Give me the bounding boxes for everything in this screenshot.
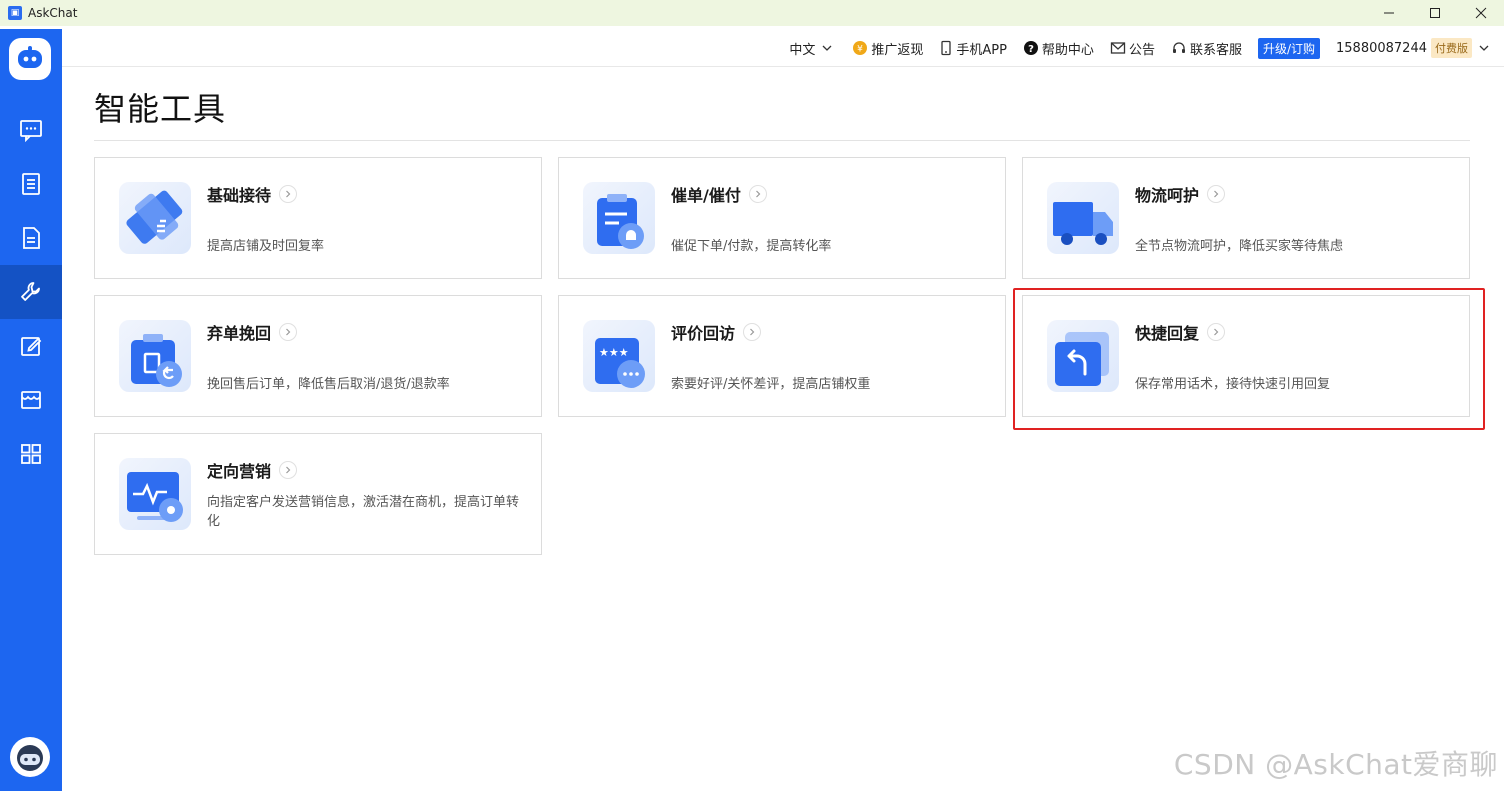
highlight-annotation [1013, 288, 1485, 430]
mobile-app-label: 手机APP [956, 42, 1007, 58]
edit-icon [21, 337, 42, 356]
tool-card-basic-reception[interactable]: 基础接待 提高店铺及时回复率 [94, 157, 542, 279]
svg-text:¥: ¥ [857, 45, 863, 55]
help-label: 帮助中心 [1041, 42, 1094, 58]
watermark: CSDN @AskChat爱商聊 [1173, 748, 1498, 781]
help-icon: ? [1023, 41, 1038, 55]
upgrade-button[interactable]: 升级/订购 [1257, 37, 1321, 59]
support-label: 联系客服 [1189, 42, 1242, 58]
wrench-icon [21, 282, 40, 301]
chevron-right-icon[interactable] [1207, 185, 1226, 203]
orders-icon [22, 173, 40, 195]
tool-card-title: 基础接待 [207, 182, 298, 206]
phone-icon [941, 40, 951, 56]
clipboard-return-icon [119, 320, 191, 392]
chevron-right-icon[interactable] [743, 323, 762, 341]
chevron-right-icon[interactable] [748, 185, 767, 203]
promo-link[interactable]: ¥ 推广返现 [852, 39, 923, 58]
mobile-app-link[interactable]: 手机APP [939, 39, 1007, 58]
wrench-icon [119, 182, 191, 254]
mail-icon [1110, 42, 1126, 54]
chevron-right-icon[interactable] [279, 323, 298, 341]
tool-card-desc: 催促下单/付款，提高转化率 [671, 239, 832, 254]
tool-card-title: 弃单挽回 [207, 320, 298, 344]
document-icon [23, 227, 40, 249]
robot-avatar-icon [17, 745, 43, 771]
svg-text:?: ? [1028, 44, 1034, 55]
store-icon [21, 391, 41, 409]
window-title: AskChat [28, 6, 78, 20]
maximize-icon [1430, 8, 1440, 18]
page-title: 智能工具 [94, 90, 227, 128]
tool-card-title: 催单/催付 [671, 182, 767, 206]
account-phone[interactable]: 15880087244 [1336, 41, 1427, 56]
sidebar-item-chat[interactable] [0, 103, 62, 157]
notice-link[interactable]: 公告 [1110, 39, 1155, 58]
chevron-down-icon [822, 45, 832, 51]
tool-card-logistics-care[interactable]: 物流呵护 全节点物流呵护，降低买家等待焦虑 [1022, 157, 1470, 279]
close-icon [1475, 7, 1487, 19]
sidebar-item-edit[interactable] [0, 319, 62, 373]
maximize-button[interactable] [1412, 0, 1458, 26]
app-logo-icon[interactable] [9, 38, 51, 80]
tool-card-order-reminder[interactable]: 催单/催付 催促下单/付款，提高转化率 [558, 157, 1006, 279]
tool-card-title: 评价回访 [671, 320, 762, 344]
window-controls [1366, 0, 1504, 26]
tool-card-desc: 挽回售后订单，降低售后取消/退货/退款率 [207, 377, 450, 392]
tool-card-desc: 索要好评/关怀差评，提高店铺权重 [671, 377, 871, 392]
window-titlebar: ▣ AskChat [0, 0, 1504, 26]
chevron-down-icon[interactable] [1478, 42, 1490, 54]
app-logo-icon: ▣ [8, 6, 22, 20]
chat-icon [20, 120, 42, 142]
tool-card-review-followup[interactable]: ★★★ 评价回访 索要好评/关怀差评，提高店铺权重 [558, 295, 1006, 417]
tool-card-abandoned-recovery[interactable]: 弃单挽回 挽回售后订单，降低售后取消/退货/退款率 [94, 295, 542, 417]
chevron-right-icon[interactable] [279, 461, 298, 479]
sidebar-item-tools[interactable] [0, 265, 62, 319]
chevron-right-icon[interactable] [279, 185, 298, 203]
promo-label: 推广返现 [871, 42, 924, 58]
notice-label: 公告 [1128, 42, 1155, 58]
coin-icon: ¥ [853, 41, 868, 55]
top-bar: 中文 ¥ 推广返现 手机APP ? 帮助中心 公告 联系客服 升级/订购 158… [62, 29, 1504, 67]
tool-card-title: 定向营销 [207, 458, 298, 482]
help-link[interactable]: ? 帮助中心 [1023, 39, 1094, 58]
tool-card-desc: 向指定客户发送营销信息，激活潜在商机，提高订单转化 [207, 495, 520, 529]
monitor-marketing-icon [119, 458, 191, 530]
tool-card-targeted-marketing[interactable]: 定向营销 向指定客户发送营销信息，激活潜在商机，提高订单转化 [94, 433, 542, 555]
sidebar-item-store[interactable] [0, 373, 62, 427]
plan-badge: 付费版 [1431, 38, 1472, 58]
apps-grid-icon [21, 444, 41, 464]
tool-card-desc: 提高店铺及时回复率 [207, 239, 325, 254]
rating-chat-icon: ★★★ [583, 320, 655, 392]
support-link[interactable]: 联系客服 [1171, 39, 1242, 58]
svg-text:★★★: ★★★ [599, 346, 629, 359]
language-label: 中文 [789, 42, 816, 58]
avatar[interactable] [10, 737, 50, 777]
minimize-button[interactable] [1366, 0, 1412, 26]
tool-card-title: 物流呵护 [1135, 182, 1226, 206]
minimize-icon [1384, 12, 1394, 14]
tool-card-desc: 全节点物流呵护，降低买家等待焦虑 [1135, 239, 1344, 254]
sidebar-item-document[interactable] [0, 211, 62, 265]
divider [94, 140, 1470, 141]
sidebar-item-apps[interactable] [0, 427, 62, 481]
language-selector[interactable]: 中文 [789, 39, 836, 58]
sidebar [0, 29, 62, 791]
sidebar-item-orders[interactable] [0, 157, 62, 211]
truck-icon [1047, 182, 1119, 254]
clipboard-bell-icon [583, 182, 655, 254]
close-button[interactable] [1458, 0, 1504, 26]
headset-icon [1172, 42, 1185, 53]
